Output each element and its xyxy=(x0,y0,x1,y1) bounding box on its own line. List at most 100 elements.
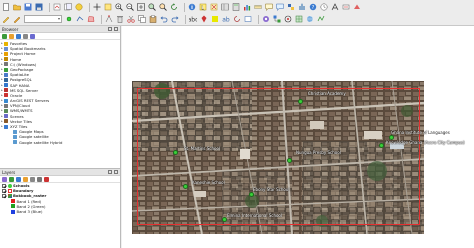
gps-icon[interactable] xyxy=(284,15,292,23)
undo-icon[interactable] xyxy=(160,15,168,23)
rotate-label-icon[interactable] xyxy=(233,15,241,23)
add-group-icon[interactable] xyxy=(9,176,14,182)
close-panel-icon[interactable] xyxy=(114,170,118,174)
postgresql-icon xyxy=(4,77,8,82)
layer-visibility-checkbox[interactable] xyxy=(2,193,6,198)
select-icon[interactable] xyxy=(199,3,207,11)
layers-panel-header: Layers xyxy=(0,169,120,176)
tile-layer-icon xyxy=(13,134,17,139)
manage-map-themes-icon[interactable] xyxy=(16,176,21,182)
label-tool-icon[interactable]: abc xyxy=(189,15,197,24)
add-point-icon[interactable] xyxy=(65,15,73,23)
float-panel-icon[interactable] xyxy=(108,27,112,31)
highlight-icon[interactable] xyxy=(211,15,219,23)
pan-to-selection-icon[interactable] xyxy=(104,3,112,11)
python-console-icon[interactable] xyxy=(287,3,295,11)
annotation-icon[interactable] xyxy=(265,3,273,11)
digitize-icon[interactable] xyxy=(2,15,10,23)
home-icon xyxy=(4,51,8,56)
add-line-icon[interactable] xyxy=(76,15,84,23)
processing-toolbox-icon[interactable] xyxy=(262,15,270,23)
arcgis-icon xyxy=(4,98,8,103)
school-point[interactable] xyxy=(298,99,303,104)
svg-text:?: ? xyxy=(312,5,315,11)
browser-panel-title: Browser xyxy=(2,27,19,32)
band-swatch-icon xyxy=(11,204,15,209)
geopackage-icon xyxy=(4,67,8,72)
toolbar-row-file: ? xyxy=(0,1,474,13)
print-layout-icon[interactable] xyxy=(53,3,61,11)
statistics-icon[interactable] xyxy=(243,3,251,11)
zoom-out-icon[interactable] xyxy=(126,3,134,11)
save-project-icon[interactable] xyxy=(24,3,32,11)
add-wms-layer-icon[interactable] xyxy=(306,15,314,23)
refresh-icon[interactable] xyxy=(170,3,178,11)
identify-icon[interactable] xyxy=(188,3,196,11)
copy-features-icon[interactable] xyxy=(138,15,146,23)
model-designer-icon[interactable] xyxy=(273,15,281,23)
attribute-table-icon[interactable] xyxy=(221,3,229,11)
map-label: Ebony Star School xyxy=(253,187,290,192)
open-styling-icon[interactable] xyxy=(2,176,7,182)
filter-legend-icon[interactable] xyxy=(23,176,28,182)
add-layer-icon[interactable] xyxy=(9,33,14,39)
collapse-all-layers-icon[interactable] xyxy=(37,176,42,182)
remove-layer-icon[interactable] xyxy=(44,176,49,182)
font-icon[interactable] xyxy=(331,3,339,11)
layer-visibility-checkbox[interactable] xyxy=(2,183,6,188)
layout-manager-icon[interactable] xyxy=(64,3,72,11)
zoom-last-icon[interactable] xyxy=(159,3,167,11)
open-project-icon[interactable] xyxy=(13,3,21,11)
layers-panel-toolbar xyxy=(0,176,120,183)
layer-style-icon[interactable] xyxy=(353,3,361,11)
field-calculator-icon[interactable] xyxy=(232,3,240,11)
filter-browser-icon[interactable] xyxy=(16,33,21,39)
school-point[interactable] xyxy=(379,143,384,148)
layer-visibility-checkbox[interactable] xyxy=(2,188,6,193)
pin-label-icon[interactable] xyxy=(200,15,208,23)
zoom-full-icon[interactable] xyxy=(137,3,145,11)
float-panel-icon[interactable] xyxy=(108,170,112,174)
close-panel-icon[interactable] xyxy=(114,27,118,31)
refresh-browser-icon[interactable] xyxy=(2,33,7,39)
browser-item-label: Google satellite Hybrid xyxy=(19,139,63,145)
browser-panel-toolbar xyxy=(0,33,120,40)
collapse-all-icon[interactable] xyxy=(23,33,28,39)
toggle-editing-icon[interactable] xyxy=(13,15,21,23)
measure-icon[interactable] xyxy=(254,3,262,11)
snapping-combo[interactable] xyxy=(24,15,62,23)
redo-icon[interactable] xyxy=(171,15,179,23)
save-as-icon[interactable] xyxy=(35,3,43,11)
pan-icon[interactable] xyxy=(93,3,101,11)
plugin-icon[interactable] xyxy=(298,3,306,11)
school-point[interactable] xyxy=(249,192,254,197)
change-label-icon[interactable] xyxy=(244,15,252,23)
delete-feature-icon[interactable] xyxy=(116,15,124,23)
expand-all-icon[interactable] xyxy=(30,176,35,182)
map-tips-icon[interactable] xyxy=(276,3,284,11)
style-manager-icon[interactable] xyxy=(75,3,83,11)
map-label: Languages xyxy=(428,130,450,135)
label-icon[interactable] xyxy=(342,3,350,11)
add-vector-layer-icon[interactable] xyxy=(317,15,325,23)
help-icon[interactable]: ? xyxy=(309,3,317,11)
browser-item[interactable]: Google satellite Hybrid xyxy=(0,140,120,145)
zoom-layer-icon[interactable] xyxy=(148,3,156,11)
school-point[interactable] xyxy=(183,184,188,189)
enable-properties-icon[interactable] xyxy=(30,33,35,39)
add-polygon-icon[interactable] xyxy=(87,15,95,23)
new-project-icon[interactable] xyxy=(2,3,10,11)
cut-features-icon[interactable] xyxy=(127,15,135,23)
scenes-icon xyxy=(4,114,8,119)
show-labels-icon[interactable]: ab xyxy=(222,15,230,24)
deselect-icon[interactable] xyxy=(210,3,218,11)
browser-tree: ▸ Favorites ▸ Spatial Bookmarks ▸ Project Hom… xyxy=(0,40,120,145)
georeferencer-icon[interactable] xyxy=(295,15,303,23)
vertex-tool-icon[interactable] xyxy=(105,15,113,23)
layer-item[interactable]: Band 3 (Blue) xyxy=(0,209,120,214)
temporal-controller-icon[interactable] xyxy=(320,3,328,11)
school-point[interactable] xyxy=(173,150,178,155)
school-point[interactable] xyxy=(287,158,292,163)
zoom-in-icon[interactable] xyxy=(115,3,123,11)
paste-features-icon[interactable] xyxy=(149,15,157,23)
